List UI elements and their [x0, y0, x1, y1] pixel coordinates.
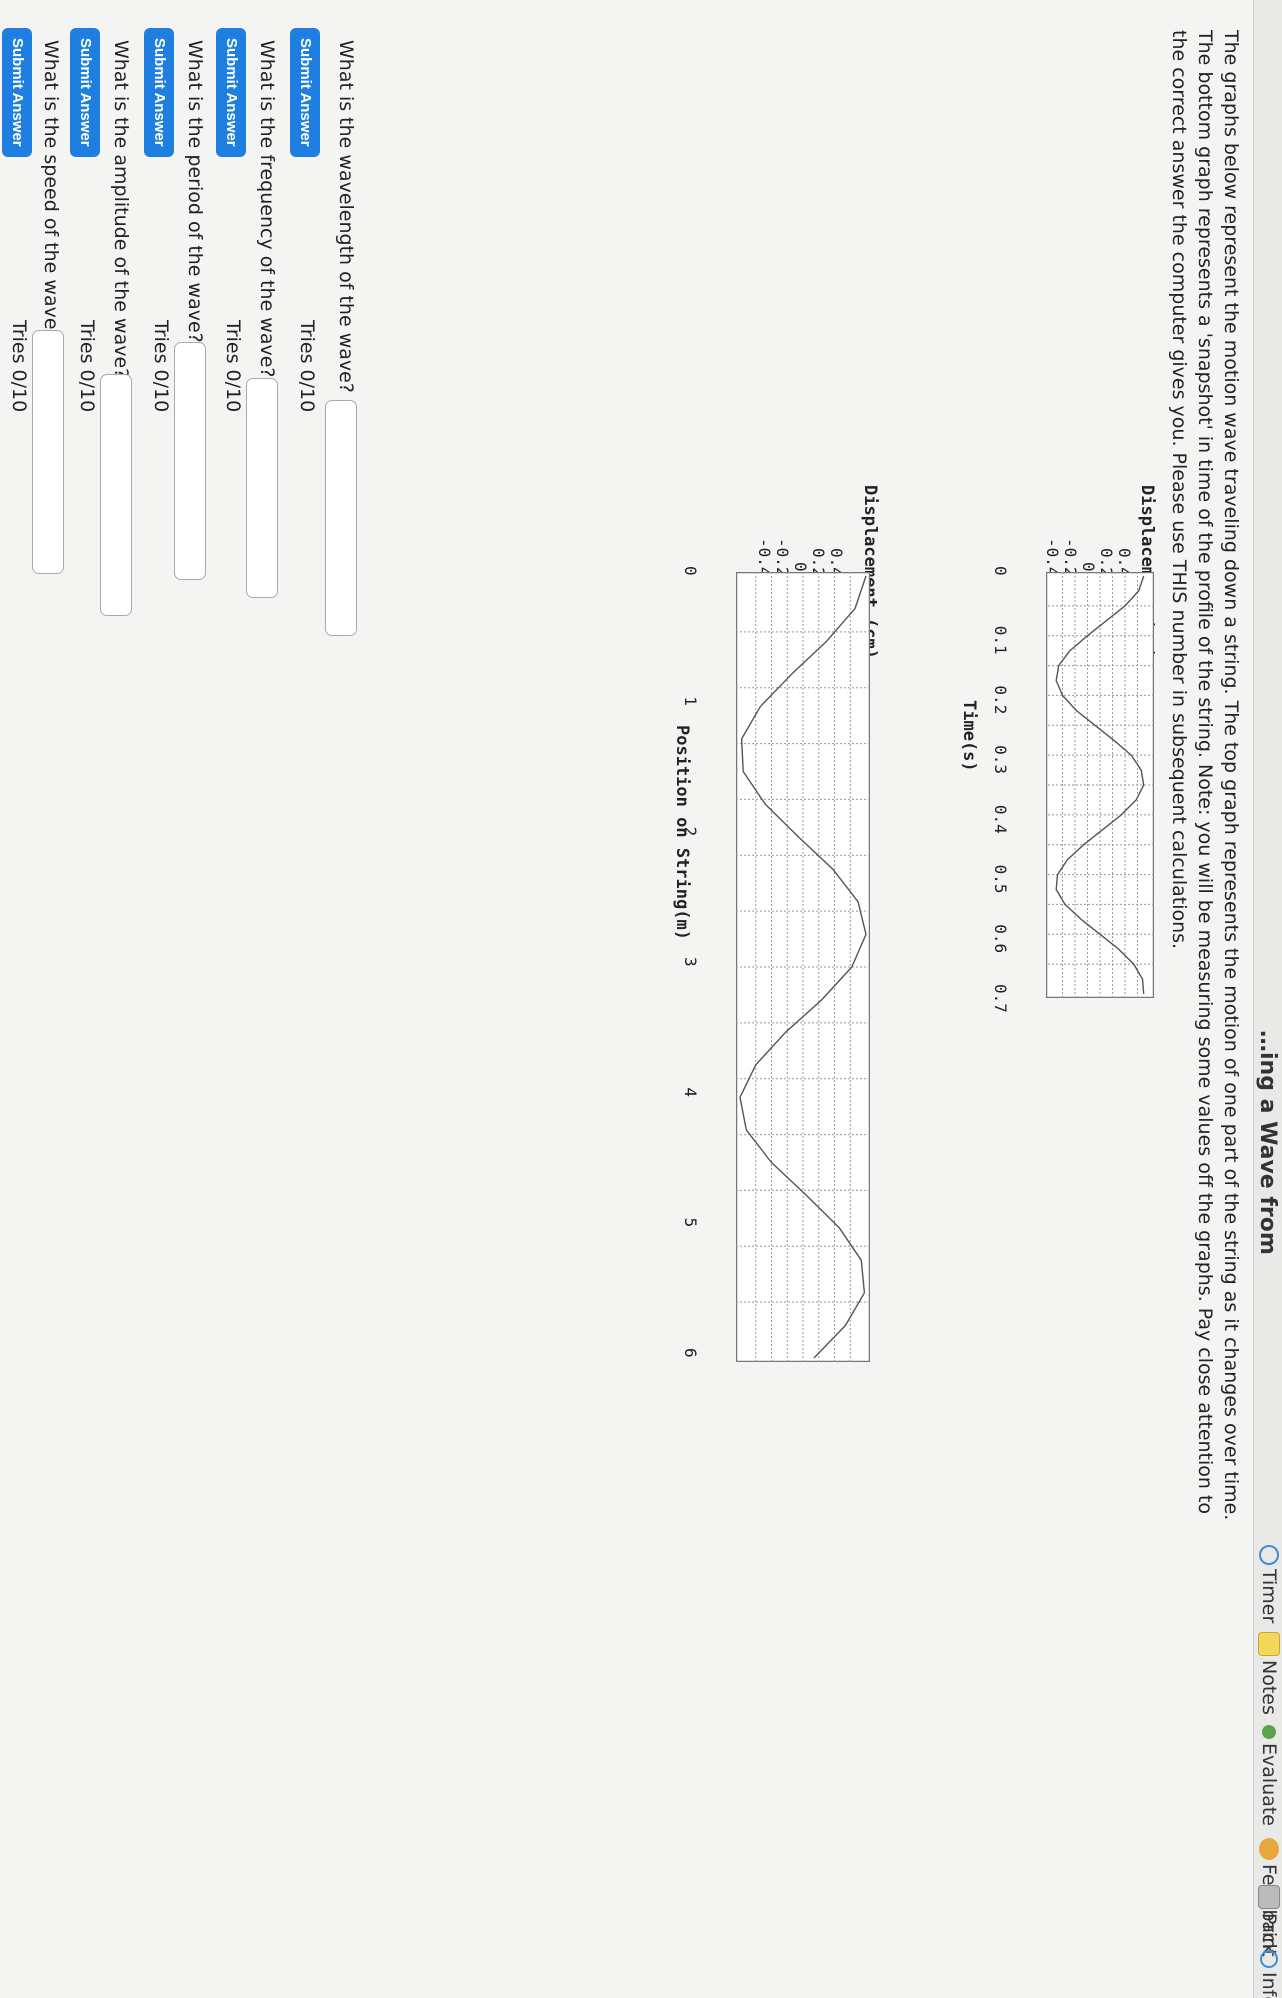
timer-icon	[1259, 1545, 1279, 1565]
instructions-line-1: The graphs below represent the motion wa…	[1220, 30, 1242, 1521]
question-frequency: What is the frequency of the wave?	[256, 40, 278, 378]
question-speed: What is the speed of the wave?	[40, 40, 62, 340]
submit-wavelength-button[interactable]: Submit Answer	[290, 28, 320, 157]
tries-counter: Tries 0/10	[76, 320, 98, 413]
tries-counter: Tries 0/10	[222, 320, 244, 413]
wavelength-input[interactable]	[325, 400, 357, 636]
bottom-xtick: 4	[681, 1087, 700, 1097]
top-xtick: 0.3	[991, 745, 1010, 775]
top-xtick: 0.5	[991, 864, 1010, 894]
top-xtick: 0	[991, 566, 1010, 576]
frequency-input[interactable]	[246, 378, 278, 598]
evaluate-button[interactable]: Evaluate	[1258, 1725, 1280, 1826]
info-button[interactable]: Info	[1258, 1950, 1280, 1998]
submit-frequency-button[interactable]: Submit Answer	[216, 28, 246, 157]
question-period: What is the period of the wave?	[184, 40, 206, 343]
feedback-icon	[1259, 1838, 1279, 1860]
top-graph-xlabel: Time(s)	[959, 700, 979, 772]
tries-counter: Tries 0/10	[296, 320, 318, 413]
top-ytick: -0.4	[1043, 538, 1062, 577]
bottom-xtick: 1	[681, 696, 700, 706]
toolbar: …ing a Wave from Timer Notes Evaluate Fe…	[1253, 0, 1282, 1998]
bottom-ytick: 0	[791, 562, 810, 572]
page: …ing a Wave from Timer Notes Evaluate Fe…	[0, 0, 1282, 1998]
instructions-line-3: the correct answer the computer gives yo…	[1168, 30, 1190, 950]
tries-counter: Tries 0/10	[150, 320, 172, 413]
info-label: Info	[1258, 1972, 1280, 1998]
page-heading: …ing a Wave from	[1255, 1030, 1280, 1255]
top-xtick: 0.7	[991, 984, 1010, 1013]
submit-period-button[interactable]: Submit Answer	[144, 28, 174, 157]
bottom-xtick: 6	[681, 1348, 700, 1358]
top-xtick: 0.4	[991, 804, 1010, 834]
info-icon	[1260, 1950, 1278, 1968]
top-xtick: 0.6	[991, 924, 1010, 954]
top-ytick: 0	[1079, 562, 1098, 572]
notes-icon	[1258, 1632, 1280, 1656]
time-graph	[1046, 572, 1154, 998]
print-icon	[1258, 1885, 1280, 1909]
amplitude-input[interactable]	[100, 374, 132, 616]
position-graph	[736, 572, 870, 1362]
bottom-ytick: -0.2	[773, 538, 792, 577]
submit-amplitude-button[interactable]: Submit Answer	[70, 28, 100, 157]
tries-counter: Tries 0/10	[8, 320, 30, 413]
submit-speed-button[interactable]: Submit Answer	[2, 28, 32, 157]
bottom-xtick: 0	[681, 566, 700, 576]
top-xtick: 0.2	[991, 685, 1010, 715]
instructions: The graphs below represent the motion wa…	[1166, 30, 1244, 1960]
timer-button[interactable]: Timer	[1258, 1545, 1280, 1623]
speed-input[interactable]	[32, 330, 64, 574]
question-wavelength: What is the wavelength of the wave?	[335, 40, 357, 393]
print-button[interactable]: Print	[1258, 1885, 1280, 1957]
instructions-line-2: The bottom graph represents a 'snapshot'…	[1194, 30, 1216, 1515]
bottom-ytick: -0.4	[755, 538, 774, 577]
notes-button[interactable]: Notes	[1258, 1632, 1280, 1715]
top-xtick: 0.1	[991, 625, 1010, 655]
bottom-xtick: 2	[681, 826, 700, 837]
question-amplitude: What is the amplitude of the wave?	[110, 40, 132, 379]
period-input[interactable]	[174, 342, 206, 580]
evaluate-icon	[1262, 1725, 1276, 1739]
bottom-xtick: 3	[681, 957, 700, 967]
top-ytick: -0.2	[1061, 538, 1080, 577]
bottom-xtick: 5	[681, 1217, 700, 1228]
